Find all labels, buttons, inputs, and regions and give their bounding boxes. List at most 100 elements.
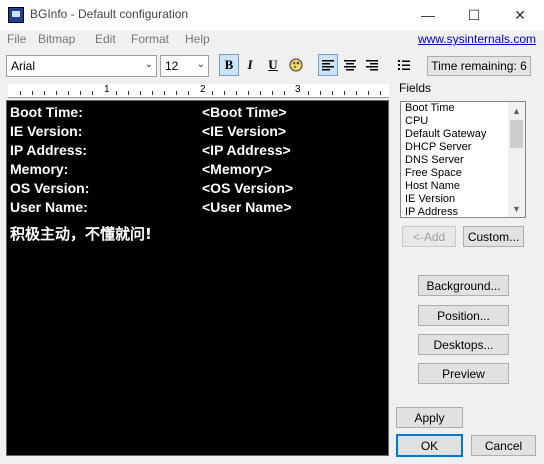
info-label: Boot Time: (10, 104, 83, 120)
ruler-tick (152, 91, 153, 95)
bginfo-app-icon (8, 7, 24, 23)
close-button[interactable]: ✕ (497, 0, 543, 30)
underline-button[interactable]: U (263, 54, 283, 76)
info-value: <IE Version> (202, 123, 287, 139)
bullet-list-icon (398, 60, 410, 70)
bold-button[interactable]: B (219, 54, 239, 76)
font-name-value: Arial (11, 59, 36, 73)
custom-text-line: 积极主动，不懂就问! (10, 225, 152, 243)
menu-bitmap[interactable]: Bitmap (38, 32, 75, 46)
ruler-tick (344, 91, 345, 95)
info-editor[interactable]: Boot Time: <Boot Time> IE Version: <IE V… (6, 100, 389, 456)
scroll-down-arrow-icon[interactable]: ▼ (508, 200, 525, 217)
fields-group: Fields Boot Time CPU Default Gateway DHC… (396, 81, 536, 251)
apply-button[interactable]: Apply (396, 407, 463, 428)
menu-file[interactable]: File (7, 32, 26, 46)
ruler-number: 3 (295, 84, 301, 95)
ruler-tick (92, 91, 93, 95)
italic-button[interactable]: I (240, 54, 260, 76)
window-title: BGInfo - Default configuration (30, 7, 189, 21)
ruler-tick (140, 91, 141, 95)
ruler-tick (308, 91, 309, 95)
fields-scrollbar[interactable]: ▲ ▼ (508, 102, 525, 217)
menu-edit[interactable]: Edit (95, 32, 116, 46)
ruler-tick (356, 91, 357, 95)
font-size-value: 12 (165, 59, 179, 73)
chevron-down-icon: ⌄ (196, 59, 205, 70)
info-value: <Memory> (202, 161, 273, 177)
font-name-select[interactable]: Arial ⌄ (6, 55, 157, 77)
info-value: <User Name> (202, 199, 292, 215)
menu-bar: File Bitmap Edit Format Help www.sysinte… (0, 30, 544, 50)
sysinternals-link[interactable]: www.sysinternals.com (418, 32, 536, 46)
info-label: Memory: (10, 161, 69, 177)
ruler-tick (68, 91, 69, 95)
ruler-tick (380, 91, 381, 95)
font-size-select[interactable]: 12 ⌄ (160, 55, 209, 77)
list-item[interactable]: CPU (401, 115, 525, 128)
add-field-button[interactable]: <-Add (402, 226, 456, 247)
list-item[interactable]: Boot Time (401, 102, 525, 115)
ruler-tick (260, 91, 261, 95)
info-label: User Name: (10, 199, 88, 215)
ruler-tick (236, 91, 237, 95)
list-item[interactable]: DNS Server (401, 154, 525, 167)
ruler-tick (116, 91, 117, 95)
custom-field-button[interactable]: Custom... (463, 226, 524, 247)
preview-button[interactable]: Preview (418, 363, 509, 384)
format-toolbar: Arial ⌄ 12 ⌄ B I U Time remaining: 6 (0, 52, 544, 80)
palette-icon (289, 58, 303, 72)
scroll-thumb[interactable] (510, 120, 523, 148)
font-color-button[interactable] (286, 54, 306, 76)
maximize-button[interactable]: ☐ (451, 0, 497, 30)
align-center-icon (344, 60, 356, 71)
menu-format[interactable]: Format (131, 32, 169, 46)
align-left-icon (322, 60, 334, 71)
cancel-button[interactable]: Cancel (471, 435, 536, 456)
ruler-tick (164, 91, 165, 95)
ruler-tick (80, 91, 81, 95)
fields-list[interactable]: Boot Time CPU Default Gateway DHCP Serve… (400, 101, 526, 218)
ok-button[interactable]: OK (396, 434, 463, 457)
align-right-icon (366, 60, 378, 71)
menu-help[interactable]: Help (185, 32, 210, 46)
align-right-button[interactable] (362, 54, 382, 76)
list-item[interactable]: Host Name (401, 180, 525, 193)
list-item[interactable]: DHCP Server (401, 141, 525, 154)
list-item[interactable]: IP Address (401, 206, 525, 217)
scroll-up-arrow-icon[interactable]: ▲ (508, 102, 525, 119)
ruler-tick (248, 91, 249, 95)
list-item[interactable]: Free Space (401, 167, 525, 180)
list-item[interactable]: IE Version (401, 193, 525, 206)
ruler-number: 2 (200, 84, 206, 95)
info-label: IE Version: (10, 123, 83, 139)
align-center-button[interactable] (340, 54, 360, 76)
ruler: 1 2 3 (8, 84, 389, 98)
fields-title: Fields (399, 81, 432, 95)
ruler-number: 1 (104, 84, 110, 95)
minimize-button[interactable]: — (405, 0, 451, 30)
position-button[interactable]: Position... (418, 305, 509, 326)
ruler-tick (212, 91, 213, 95)
info-label: OS Version: (10, 180, 90, 196)
time-remaining-button[interactable]: Time remaining: 6 (427, 56, 531, 76)
title-bar: BGInfo - Default configuration — ☐ ✕ (0, 0, 544, 30)
list-item[interactable]: Default Gateway (401, 128, 525, 141)
ruler-tick (332, 91, 333, 95)
bullets-button[interactable] (394, 54, 414, 76)
align-left-button[interactable] (318, 54, 338, 76)
ruler-tick (32, 91, 33, 95)
ruler-tick (368, 91, 369, 95)
ruler-tick (284, 91, 285, 95)
desktops-button[interactable]: Desktops... (418, 334, 509, 355)
info-value: <IP Address> (202, 142, 291, 158)
ruler-tick (188, 91, 189, 95)
ruler-tick (272, 91, 273, 95)
info-value: <OS Version> (202, 180, 294, 196)
ruler-tick (44, 91, 45, 95)
background-button[interactable]: Background... (418, 275, 509, 296)
info-label: IP Address: (10, 142, 88, 158)
ruler-tick (320, 91, 321, 95)
ruler-tick (20, 91, 21, 95)
ruler-tick (176, 91, 177, 95)
